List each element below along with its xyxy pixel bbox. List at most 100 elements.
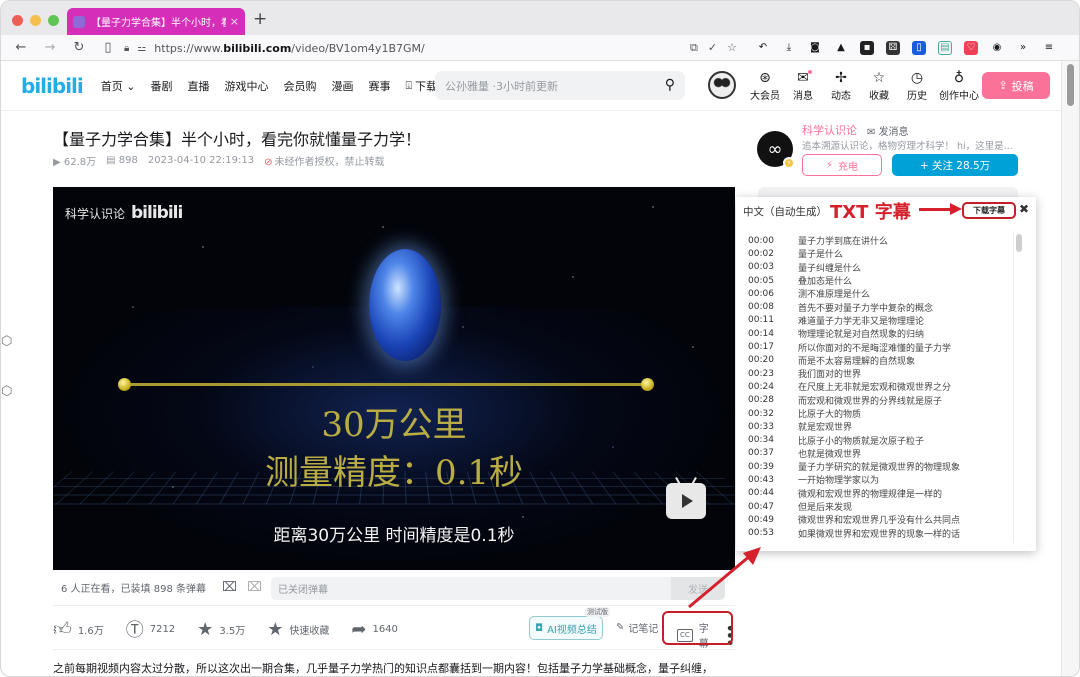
page-scrollbar-thumb[interactable] [1067, 64, 1074, 106]
subtitle-row[interactable]: 00:03 量子纠缠是什么 [748, 261, 1010, 274]
save-icon[interactable]: ▤ [938, 40, 952, 55]
play-button-icon[interactable] [666, 483, 706, 519]
subtitle-time: 00:34 [748, 435, 774, 446]
uploader-name[interactable]: 科学认识论 [802, 122, 857, 138]
reader-view-icon[interactable]: ▯ [100, 40, 116, 55]
follow-button[interactable]: + 关注 28.5万 [892, 154, 1018, 176]
subtitle-row[interactable]: 00:23 我们面对的世界 [748, 367, 1010, 381]
upload-button[interactable]: ⇪ 投稿 [982, 72, 1050, 99]
like-button[interactable]: 👍︎ 1.6万 [53, 618, 104, 640]
close-panel-icon[interactable]: ✖ [1019, 202, 1029, 216]
camera-icon[interactable]: ◙ [808, 41, 822, 55]
subtitle-scrollbar-thumb[interactable] [1016, 234, 1022, 252]
subtitle-text: 微观和宏观世界的物理规律是一样的 [798, 489, 943, 500]
zoom-window-button[interactable] [48, 15, 59, 26]
search-icon[interactable]: ⚲ [665, 77, 675, 93]
bilibili-logo[interactable]: bilibili [21, 74, 84, 98]
header-dynamics[interactable]: ✢ 动态 [822, 69, 860, 102]
hamburger-menu-icon[interactable]: ≡ [1042, 41, 1056, 55]
new-tab-button[interactable]: + [253, 9, 267, 29]
coin-button[interactable]: Ⓣ 7212 [126, 616, 175, 642]
user-avatar[interactable] [708, 71, 736, 99]
back-button[interactable]: ← [13, 40, 29, 55]
subtitle-row[interactable]: 00:39 量子力学研究的就是微观世界的物理现象 [748, 460, 1010, 474]
subtitle-row[interactable]: 00:28 而宏观和微观世界的分界线就是原子 [748, 394, 1010, 407]
subtitle-row[interactable]: 00:32 比原子大的物质 [748, 407, 1010, 421]
subtitle-scroll-track[interactable] [1013, 231, 1025, 543]
reload-button[interactable]: ↻ [71, 40, 87, 55]
ai-summary-button[interactable]: ◘ AI视频总结 [529, 616, 603, 640]
header-favorites[interactable]: ☆ 收藏 [860, 69, 898, 102]
header-history[interactable]: ◷ 历史 [898, 69, 936, 102]
nav-manga[interactable]: 漫画 [331, 78, 353, 94]
subtitle-row[interactable]: 00:06 测不准原理是什么 [748, 287, 1010, 301]
nav-anime[interactable]: 番剧 [150, 78, 172, 94]
forward-button[interactable]: → [42, 40, 58, 55]
ghost-icon[interactable]: ▪ [860, 40, 874, 55]
permissions-icon[interactable]: ⚍ [137, 43, 146, 54]
subtitle-row[interactable]: 00:33 就是宏观世界 [748, 420, 1010, 434]
bookmark-star-icon[interactable]: ☆ [727, 41, 737, 55]
check-icon[interactable]: ✓ [708, 41, 717, 55]
minimize-window-button[interactable] [30, 15, 41, 26]
side-cube-icon[interactable]: ⬡ [1, 334, 12, 349]
send-message-link[interactable]: ✉ 发消息 [867, 123, 909, 138]
subtitle-row[interactable]: 00:24 在尺度上无非就是宏观和微观世界之分 [748, 380, 1010, 394]
subtitle-row[interactable]: 00:20 而是不太容易理解的自然现象 [748, 354, 1010, 367]
subtitle-row[interactable]: 00:14 物理理论就是对自然现象的归纳 [748, 327, 1010, 341]
video-player[interactable]: 科学认识论 bilibili 30万公里 测量精度：0.1秒 距离30万公里 时间… [53, 187, 735, 570]
danmaku-settings-icon[interactable]: ⌧ [247, 580, 262, 595]
search-placeholder: 公孙雅量 ·3小时前更新 [445, 79, 558, 93]
subtitle-row[interactable]: 00:37 也就是微观世界 [748, 447, 1010, 460]
panda-icon[interactable]: ◉ [990, 41, 1004, 55]
uploader-avatar[interactable]: ∞ ⚡︎ [757, 131, 795, 169]
subtitle-row[interactable]: 00:34 比原子小的物质就是次原子粒子 [748, 433, 1010, 447]
subtitle-time: 00:39 [748, 461, 774, 472]
nav-shop[interactable]: 会员购 [283, 78, 316, 94]
dice-icon[interactable]: ⚄ [886, 40, 900, 55]
subtitle-row[interactable]: 00:43 一开始物理学家以为 [748, 473, 1010, 487]
subtitle-row[interactable]: 00:44 微观和宏观世界的物理规律是一样的 [748, 487, 1010, 500]
header-creator-center[interactable]: ♁ 创作中心 [936, 69, 982, 102]
close-window-button[interactable] [12, 15, 23, 26]
tab-close-icon[interactable]: × [230, 15, 239, 28]
address-bar[interactable]: 🔒︎ ⚍ https://www. bilibili.com/video/BV1o… [116, 37, 751, 59]
subtitle-row[interactable]: 00:05 叠加态是什么 [748, 274, 1010, 288]
quick-favorite-button[interactable]: ★ 快速收藏 [267, 619, 329, 640]
subtitle-row[interactable]: 00:02 量子是什么 [748, 247, 1010, 261]
subtitle-text: 量子力学研究的就是微观世界的物理现象 [798, 463, 961, 474]
nav-live[interactable]: 直播 [187, 78, 209, 94]
danmaku-input[interactable]: 已关闭弹幕 [271, 577, 689, 600]
subtitle-row[interactable]: 00:17 所以你面对的不是晦涩难懂的量子力学 [748, 340, 1010, 354]
bitwarden-icon[interactable]: ▯ [912, 40, 926, 55]
undo-icon[interactable]: ↶ [756, 41, 770, 55]
download-icon[interactable]: ⤓ [782, 41, 796, 55]
charge-button[interactable]: ⚡︎ 充电 [802, 154, 882, 176]
rocket-icon[interactable]: ▲ [834, 41, 848, 55]
download-subtitle-button[interactable]: 下载字幕 [962, 202, 1016, 219]
search-input[interactable]: 公孙雅量 ·3小时前更新 ⚲ [435, 71, 685, 100]
header-vip[interactable]: ⊛ 大会员 [746, 69, 784, 102]
tab-active[interactable]: 【量子力学合集】半个小时，看完你 × [67, 8, 245, 35]
overflow-menu-icon[interactable]: » [1016, 41, 1030, 55]
subtitle-row[interactable]: 00:00 量子力学到底在讲什么 [748, 234, 1010, 248]
take-notes-button[interactable]: ✎ 记笔记 [616, 620, 658, 635]
danmaku-send-button[interactable]: 发送 [671, 577, 725, 600]
side-settings-icon[interactable]: ⬡ [1, 384, 12, 399]
subtitle-row[interactable]: 00:11 难道量子力学无非又是物理理论 [748, 314, 1010, 327]
subtitle-row[interactable]: 00:49 微观世界和宏观世界几乎没有什么共同点 [748, 513, 1010, 527]
pocket-icon[interactable]: ♡ [964, 40, 978, 55]
page-scrollbar[interactable] [1061, 61, 1079, 676]
nav-home[interactable]: 首页 ⌄ [101, 78, 136, 94]
nav-game-center[interactable]: 游戏中心 [224, 78, 268, 94]
picture-in-picture-icon[interactable]: ⧉ [690, 41, 698, 55]
header-messages[interactable]: ✉ 消息 [784, 69, 822, 102]
subtitle-language: 中文（自动生成） [743, 206, 827, 218]
subtitle-row[interactable]: 00:08 首先不要对量子力学中复杂的概念 [748, 300, 1010, 314]
favorite-button[interactable]: ★ 3.5万 [197, 619, 245, 640]
danmaku-toggle-icon[interactable]: ⌧ [222, 580, 237, 595]
nav-esports[interactable]: 赛事 [368, 78, 390, 94]
share-button[interactable]: ➦ 1640 [351, 619, 398, 640]
subtitle-row[interactable]: 00:47 但是后来发现 [748, 500, 1010, 514]
subtitle-row[interactable]: 00:53 如果微观世界和宏观世界的现象一样的话 [748, 527, 1010, 540]
